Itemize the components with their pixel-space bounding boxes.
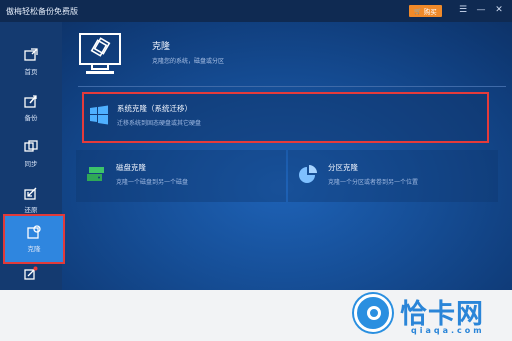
sidebar-item-sync[interactable]: 同步 — [0, 134, 62, 174]
sidebar-item-clone[interactable]: 克隆 — [3, 214, 65, 264]
clone-panel: 克隆 克隆您的系统，磁盘或分区 系统克隆（系统迁移） 迁移系统到固态硬盘或其它硬… — [62, 22, 512, 290]
title-bar: 傲梅轻松备份免费版 🛒 购买 ☰ — ✕ — [0, 0, 512, 22]
disk-icon — [87, 167, 104, 181]
card-description: 克隆一个磁盘到另一个磁盘 — [116, 179, 189, 186]
watermark-logo — [354, 294, 392, 332]
sidebar-item-tools[interactable] — [0, 266, 62, 290]
sidebar-item-label: 同步 — [24, 160, 38, 168]
tools-icon — [24, 266, 38, 280]
restore-icon — [24, 187, 37, 200]
minimize-icon[interactable]: — — [474, 4, 488, 17]
card-title: 系统克隆（系统迁移） — [117, 104, 192, 113]
clone-icon — [27, 225, 41, 239]
sidebar-item-home[interactable]: 首页 — [0, 42, 62, 82]
buy-button[interactable]: 🛒 购买 — [409, 5, 442, 17]
watermark-url: qiaqa.com — [411, 326, 485, 335]
sidebar: 首页 备份 同步 还原 克隆 — [0, 22, 65, 290]
sidebar-item-label: 还原 — [24, 206, 38, 214]
app-title: 傲梅轻松备份免费版 — [6, 6, 78, 16]
page-title: 克隆 — [152, 42, 171, 52]
card-description: 克隆一个分区或者卷到另一个位置 — [328, 179, 419, 186]
page-subtitle: 克隆您的系统，磁盘或分区 — [152, 58, 225, 65]
windows-icon — [90, 105, 108, 125]
partition-clone-card[interactable]: 分区克隆 克隆一个分区或者卷到另一个位置 — [288, 150, 498, 202]
sidebar-item-label: 首页 — [24, 68, 38, 76]
disk-clone-card[interactable]: 磁盘克隆 克隆一个磁盘到另一个磁盘 — [76, 150, 286, 202]
divider — [78, 86, 506, 87]
system-clone-card[interactable]: 系统克隆（系统迁移） 迁移系统到固态硬盘或其它硬盘 — [82, 92, 489, 143]
buy-label: 购买 — [423, 8, 437, 16]
sidebar-item-backup[interactable]: 备份 — [0, 88, 62, 128]
card-title: 磁盘克隆 — [116, 163, 146, 172]
app-window: 傲梅轻松备份免费版 🛒 购买 ☰ — ✕ 首页 备份 同步 还原 克隆 克隆 克… — [0, 0, 512, 341]
sync-icon — [24, 140, 38, 152]
pie-chart-icon — [299, 165, 317, 183]
sidebar-item-label: 克隆 — [27, 245, 41, 253]
home-icon — [24, 48, 38, 61]
watermark-ring — [367, 306, 381, 320]
cart-icon: 🛒 — [414, 7, 422, 15]
sidebar-item-label: 备份 — [24, 114, 38, 122]
backup-icon — [24, 95, 37, 108]
card-description: 迁移系统到固态硬盘或其它硬盘 — [117, 120, 202, 127]
menu-icon[interactable]: ☰ — [456, 4, 470, 17]
monitor-clone-icon — [79, 33, 121, 74]
close-icon[interactable]: ✕ — [492, 4, 506, 17]
card-title: 分区克隆 — [328, 163, 358, 172]
